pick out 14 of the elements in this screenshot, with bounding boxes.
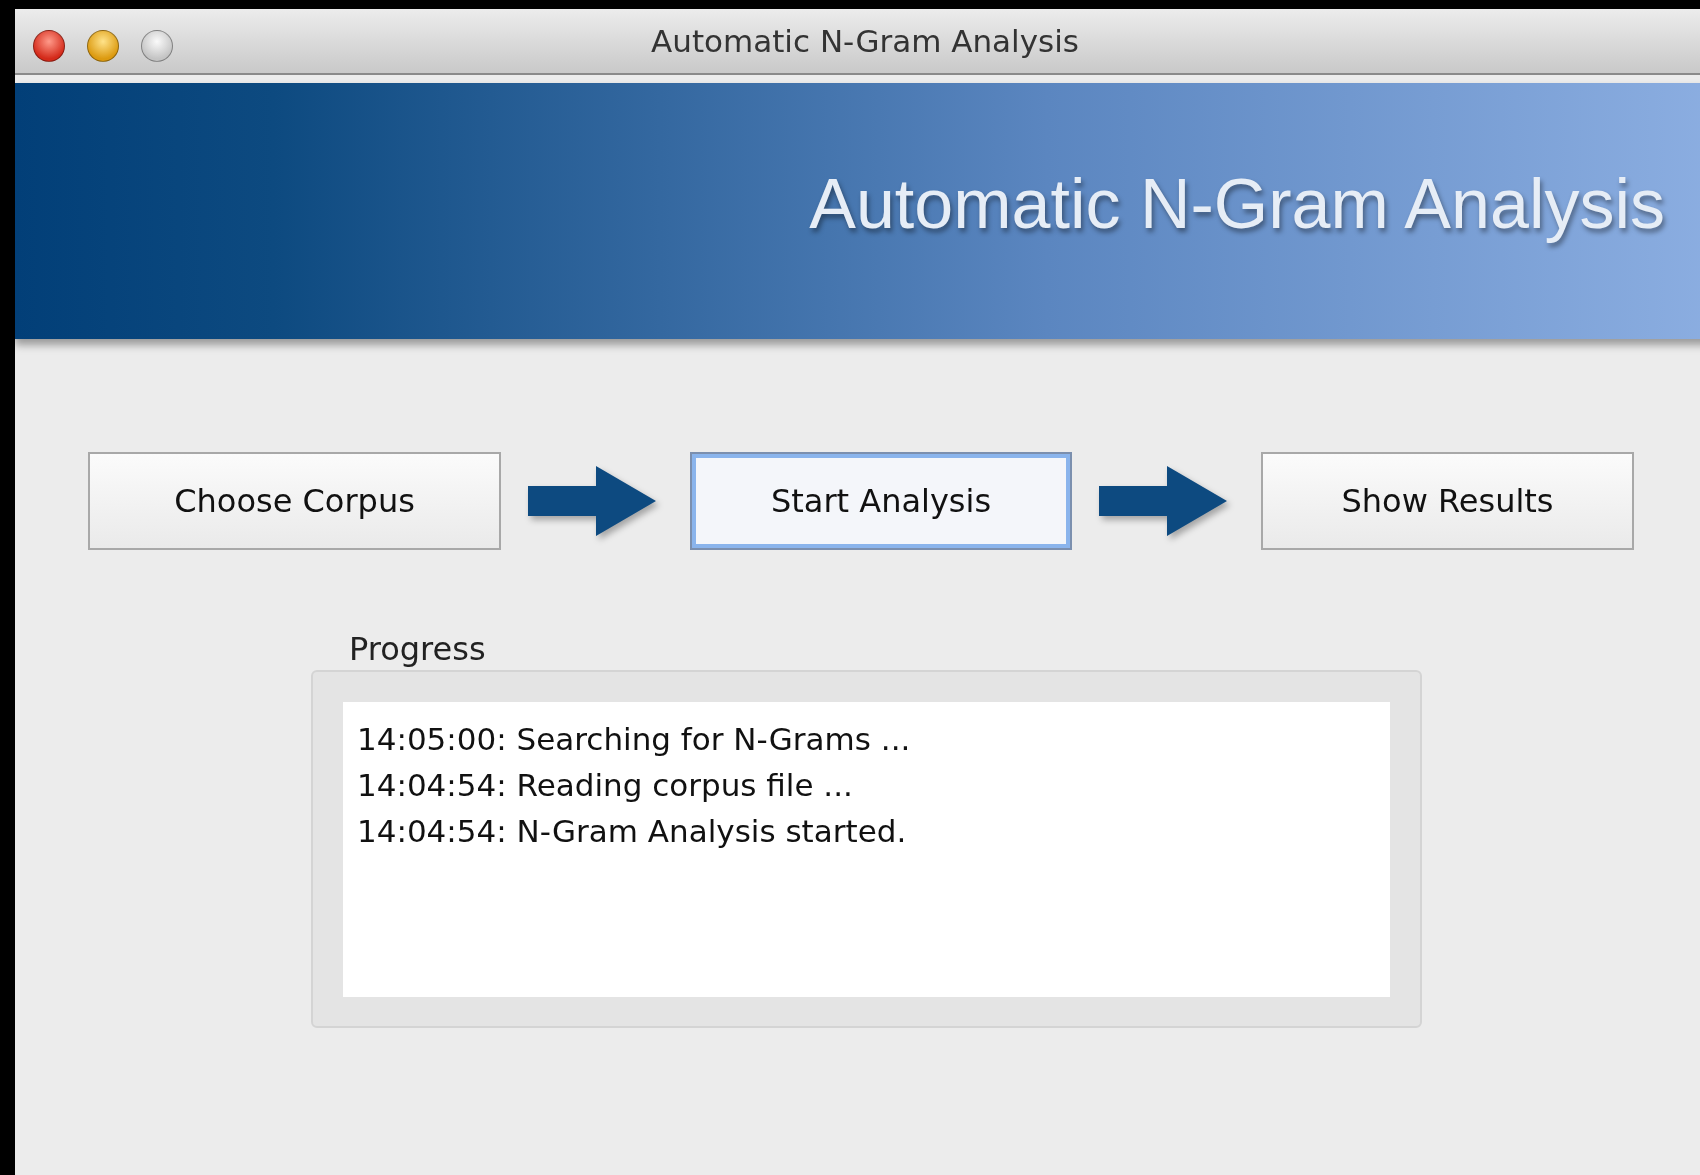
step-button[interactable]: Show Results	[1261, 452, 1634, 550]
arrow-icon	[528, 466, 656, 536]
window-title: Automatic N-Gram Analysis	[651, 23, 1079, 59]
arrow-icon	[1099, 466, 1227, 536]
step-button[interactable]: Start Analysis	[690, 452, 1072, 550]
step-button[interactable]: Choose Corpus	[88, 452, 501, 550]
progress-label: Progress	[349, 630, 486, 670]
banner-title: Automatic N-Gram Analysis	[809, 164, 1665, 244]
zoom-button[interactable]	[141, 30, 173, 62]
log-line: 14:04:54: N-Gram Analysis started.	[357, 812, 908, 851]
close-button[interactable]	[33, 30, 65, 62]
log-line: 14:04:54: Reading corpus file ...	[357, 766, 854, 805]
minimize-button[interactable]	[87, 30, 119, 62]
log-line: 14:05:00: Searching for N-Grams ...	[357, 720, 912, 759]
